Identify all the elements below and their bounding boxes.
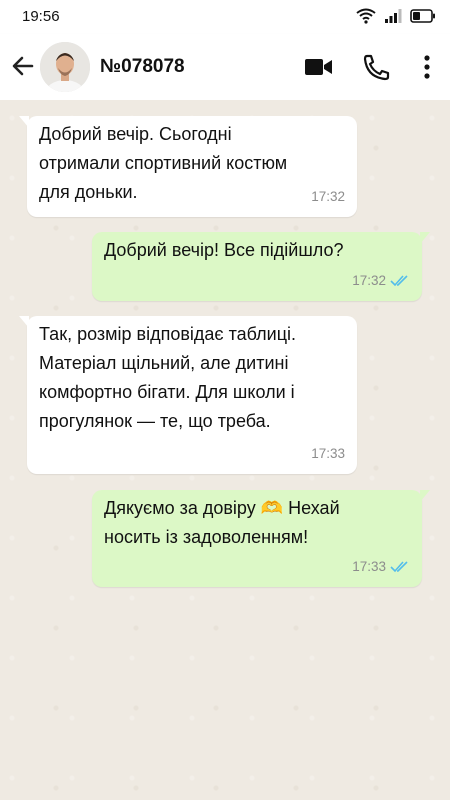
chat-area[interactable]: Добрий вечір. Сьогодні отримали спортивн… — [0, 100, 450, 800]
battery-icon — [410, 9, 435, 23]
message-outgoing[interactable]: Добрий вечір! Все підійшло? 17:32 — [92, 232, 430, 301]
phone-icon[interactable] — [361, 53, 391, 81]
message-text: Дякуємо за довіру 🫶 Нехай носить із задо… — [104, 498, 340, 547]
status-bar: 19:56 — [0, 0, 450, 34]
status-time: 19:56 — [22, 8, 60, 25]
contact-name[interactable]: №078078 — [100, 56, 185, 78]
message-time: 17:32 — [352, 273, 386, 288]
video-call-icon[interactable] — [303, 53, 333, 81]
message-time: 17:32 — [311, 189, 345, 204]
message-text: Так, розмір відповідає таблиці. Матеріал… — [39, 324, 297, 431]
message-outgoing[interactable]: Дякуємо за довіру 🫶 Нехай носить із задо… — [92, 490, 430, 587]
status-icons — [356, 8, 436, 24]
back-arrow-icon[interactable] — [10, 53, 36, 79]
message-meta: 17:33 — [311, 439, 345, 468]
message-time: 17:33 — [311, 446, 345, 461]
signal-icon — [385, 9, 402, 23]
message-meta: 17:33 — [352, 552, 410, 581]
message-incoming[interactable]: Добрий вечір. Сьогодні отримали спортивн… — [19, 116, 357, 217]
avatar[interactable] — [40, 42, 90, 92]
wifi-icon — [356, 8, 376, 24]
message-text: Добрий вечір! Все підійшло? — [104, 240, 344, 260]
message-text: Добрий вечір. Сьогодні отримали спортивн… — [39, 124, 288, 202]
read-ticks-icon — [390, 274, 408, 286]
message-incoming[interactable]: Так, розмір відповідає таблиці. Матеріал… — [19, 316, 357, 474]
read-ticks-icon — [390, 560, 408, 572]
more-vert-icon[interactable] — [412, 53, 442, 81]
message-meta: 17:32 — [352, 266, 410, 295]
message-meta: 17:32 — [311, 182, 345, 211]
chat-header: №078078 — [0, 34, 450, 100]
message-time: 17:33 — [352, 559, 386, 574]
